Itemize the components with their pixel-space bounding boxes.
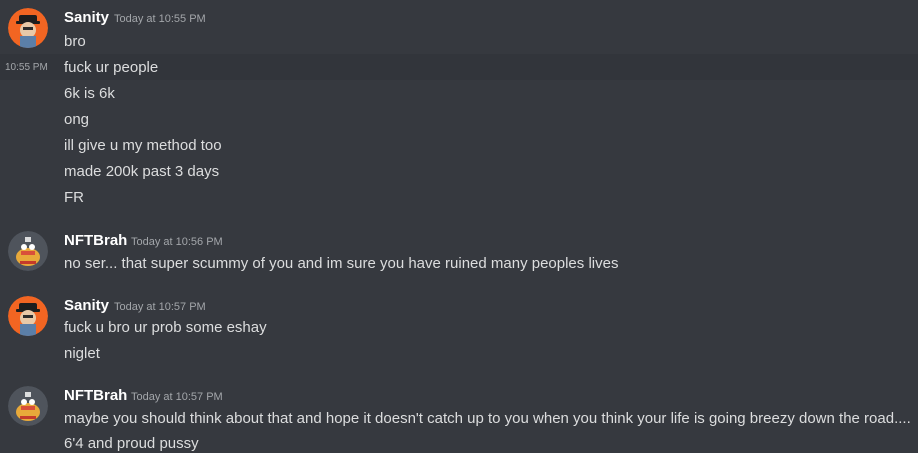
- nftbrah-avatar-icon: [8, 386, 48, 426]
- message-text: ill give u my method too: [64, 137, 222, 154]
- avatar[interactable]: [8, 8, 48, 48]
- message-timestamp: Today at 10:55 PM: [114, 13, 206, 25]
- message-text: niglet: [64, 345, 100, 362]
- avatar[interactable]: [8, 231, 48, 271]
- author-name[interactable]: NFTBrah: [64, 232, 127, 249]
- chat-messages: 10:55 PM Sanity Today at 10:55 PM bro fu…: [0, 0, 918, 453]
- author-name[interactable]: NFTBrah: [64, 387, 127, 404]
- sanity-avatar-icon: [8, 296, 48, 336]
- author-name[interactable]: Sanity: [64, 9, 109, 26]
- message-timestamp: Today at 10:56 PM: [131, 236, 223, 248]
- message-text: fuck ur people: [64, 59, 159, 76]
- message-timestamp: Today at 10:57 PM: [114, 301, 206, 313]
- sanity-avatar-icon: [8, 8, 48, 48]
- message-text: bro: [64, 33, 86, 50]
- message-text: fuck u bro ur prob some eshay: [64, 319, 267, 336]
- avatar[interactable]: [8, 386, 48, 426]
- message-text: maybe you should think about that and ho…: [64, 410, 911, 427]
- message-text: 6k is 6k: [64, 85, 115, 102]
- avatar[interactable]: [8, 296, 48, 336]
- message-text: no ser... that super scummy of you and i…: [64, 255, 619, 272]
- message-text: made 200k past 3 days: [64, 163, 220, 180]
- hover-timestamp: 10:55 PM: [5, 62, 48, 73]
- message-text: 6'4 and proud pussy: [64, 435, 199, 452]
- message-timestamp: Today at 10:57 PM: [131, 391, 223, 403]
- message-text: ong: [64, 111, 90, 128]
- message-text: FR: [64, 189, 84, 206]
- author-name[interactable]: Sanity: [64, 297, 109, 314]
- nftbrah-avatar-icon: [8, 231, 48, 271]
